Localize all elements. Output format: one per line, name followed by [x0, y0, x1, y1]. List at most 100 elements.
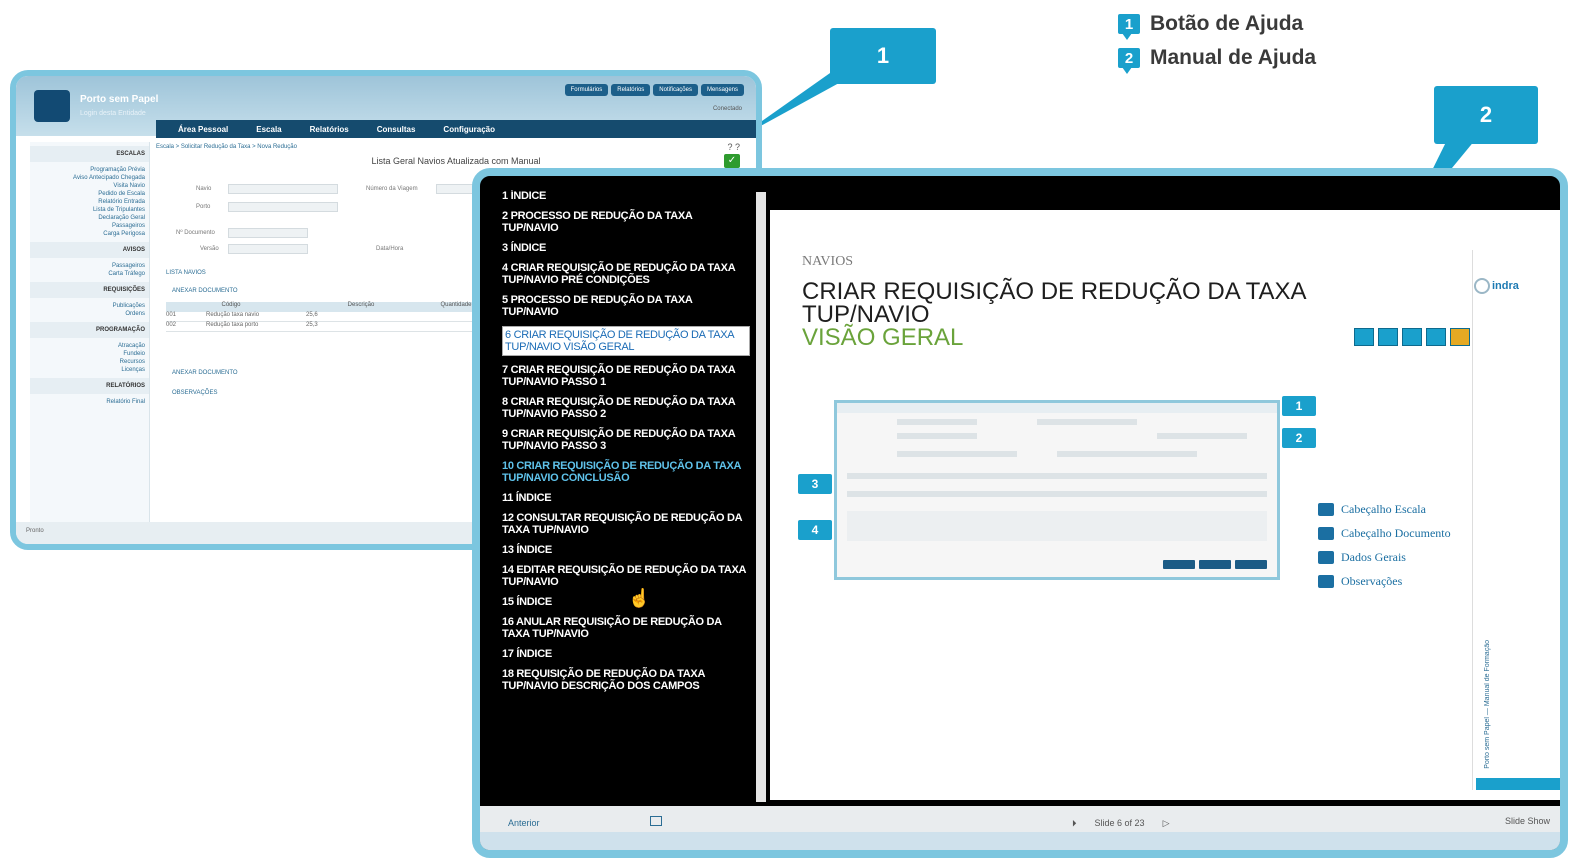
- field-label: Versão: [200, 246, 219, 252]
- toc-item[interactable]: 7 CRIAR REQUISIÇÃO DE REDUÇÃO DA TAXA TU…: [502, 364, 750, 388]
- sidebar-item[interactable]: Relatório Entrada: [30, 198, 149, 206]
- form-title: Lista Geral Navios Atualizada com Manual: [371, 156, 541, 166]
- field-label: Porto: [196, 204, 211, 210]
- table-of-contents: 1 ÍNDICE 2 PROCESSO DE REDUÇÃO DA TAXA TU…: [502, 190, 750, 810]
- toc-item[interactable]: 13 ÍNDICE: [502, 544, 750, 556]
- toc-item[interactable]: 12 CONSULTAR REQUISIÇÃO DE REDUÇÃO DA TA…: [502, 512, 750, 536]
- toc-item[interactable]: 10 CRIAR REQUISIÇÃO DE REDUÇÃO DA TAXA T…: [502, 460, 750, 484]
- nav-item[interactable]: Relatórios: [310, 125, 349, 134]
- slide-side-list: Cabeçalho Escala Cabeçalho Documento Dad…: [1318, 502, 1451, 598]
- field-label: Data/Hora: [376, 246, 404, 252]
- slide-icon[interactable]: [1426, 328, 1446, 346]
- toc-item[interactable]: 8 CRIAR REQUISIÇÃO DE REDUÇÃO DA TAXA TU…: [502, 396, 750, 420]
- side-list-item: Observações: [1318, 574, 1451, 589]
- table-row[interactable]: 002 Redução taxa porto 25,3: [166, 322, 486, 332]
- toc-scrollbar[interactable]: [756, 192, 766, 802]
- toc-item[interactable]: 2 PROCESSO DE REDUÇÃO DA TAXA TUP/NAVIO: [502, 210, 750, 234]
- table-cell: 25,6: [306, 312, 318, 318]
- slide-area: NAVIOS CRIAR REQUISIÇÃO DE REDUÇÃO DA TA…: [770, 210, 1560, 800]
- form-line: [1057, 451, 1197, 457]
- toc-item[interactable]: 14 EDITAR REQUISIÇÃO DE REDUÇÃO DA TAXA …: [502, 564, 750, 588]
- toc-item[interactable]: 17 ÍNDICE: [502, 648, 750, 660]
- documento-input[interactable]: [228, 228, 308, 238]
- toc-item[interactable]: 4 CRIAR REQUISIÇÃO DE REDUÇÃO DA TAXA TU…: [502, 262, 750, 286]
- brand-name: indra: [1492, 280, 1519, 292]
- nav-item[interactable]: Escala: [256, 125, 281, 134]
- sidebar-item[interactable]: Pedido de Escala: [30, 190, 149, 198]
- versao-input[interactable]: [228, 244, 308, 254]
- nav-item[interactable]: Área Pessoal: [178, 125, 228, 134]
- toc-item[interactable]: 5 PROCESSO DE REDUÇÃO DA TAXA TUP/NAVIO: [502, 294, 750, 318]
- toc-item[interactable]: 11 ÍNDICE: [502, 492, 750, 504]
- bullet-icon: [1318, 575, 1334, 588]
- sidebar-item[interactable]: Visita Navio: [30, 182, 149, 190]
- marker-4: 4: [798, 520, 832, 540]
- sidebar-item[interactable]: Declaração Geral: [30, 214, 149, 222]
- marker-2: 2: [1282, 428, 1316, 448]
- panel-lista[interactable]: LISTA NAVIOS: [166, 270, 206, 276]
- sidebar-item[interactable]: Fundeio: [30, 350, 149, 358]
- panel-anexar[interactable]: ANEXAR DOCUMENTO: [172, 288, 238, 294]
- sidebar-item[interactable]: Relatório Final: [30, 398, 149, 406]
- previous-button[interactable]: Anterior: [508, 818, 540, 828]
- panel-observacoes[interactable]: OBSERVAÇÕES: [172, 390, 217, 396]
- form-line: [847, 473, 1267, 479]
- toc-item[interactable]: 15 ÍNDICE: [502, 596, 750, 608]
- nav-item[interactable]: Consultas: [377, 125, 416, 134]
- sidebar-item[interactable]: Lista de Tripulantes: [30, 206, 149, 214]
- navio-input[interactable]: [228, 184, 338, 194]
- panel-anexar-2[interactable]: ANEXAR DOCUMENTO: [172, 370, 238, 376]
- taskbar: [480, 832, 1560, 850]
- table-cell: 001: [166, 312, 177, 318]
- sidebar-section: ESCALAS: [30, 146, 149, 162]
- nav-item[interactable]: Configuração: [443, 125, 495, 134]
- sidebar-item[interactable]: Atracação: [30, 342, 149, 350]
- items-table: Código Descrição Quantidade 001 Redução …: [166, 302, 486, 332]
- top-tab[interactable]: Formulários: [564, 84, 609, 96]
- porto-input[interactable]: [228, 202, 338, 212]
- sidebar-item[interactable]: Passageiros: [30, 222, 149, 230]
- sidebar-item[interactable]: Ordens: [30, 310, 149, 318]
- sidebar-item[interactable]: Programação Prévia: [30, 166, 149, 174]
- sidebar-item[interactable]: Publicações: [30, 302, 149, 310]
- sidebar-item[interactable]: Recursos: [30, 358, 149, 366]
- table-cell: 25,3: [306, 322, 318, 328]
- sidebar-item[interactable]: Carta Tráfego: [30, 270, 149, 278]
- column-header: Código: [221, 302, 241, 308]
- top-tab[interactable]: Mensagens: [700, 84, 744, 96]
- table-row[interactable]: 001 Redução taxa navio 25,6: [166, 312, 486, 322]
- toc-item[interactable]: 3 ÍNDICE: [502, 242, 750, 254]
- sidebar-item[interactable]: Passageiros: [30, 262, 149, 270]
- sidebar-item[interactable]: Licenças: [30, 366, 149, 374]
- help-button[interactable]: ? ?: [727, 142, 740, 152]
- attachment-icon[interactable]: [650, 816, 662, 826]
- slide-icon[interactable]: [1354, 328, 1374, 346]
- form-buttons: [1163, 560, 1267, 569]
- confirm-check-icon[interactable]: ✓: [724, 154, 740, 168]
- toc-item[interactable]: 9 CRIAR REQUISIÇÃO DE REDUÇÃO DA TAXA TU…: [502, 428, 750, 452]
- form-screenshot-bar: [837, 403, 1277, 413]
- sidebar-item[interactable]: Aviso Antecipado Chegada: [30, 174, 149, 182]
- breadcrumb: Escala > Solicitar Redução da Taxa > Nov…: [156, 144, 297, 150]
- form-screenshot: [834, 400, 1280, 580]
- table-cell: 002: [166, 322, 177, 328]
- slide-icon[interactable]: [1450, 328, 1470, 346]
- brand-logo-icon: [1474, 278, 1490, 294]
- play-button[interactable]: ⏵: [1072, 818, 1077, 829]
- top-tab[interactable]: Notificações: [653, 84, 698, 96]
- slide-title-part: REQUISIÇÃO DE REDUÇÃO DA TAXA: [876, 278, 1307, 305]
- toc-item[interactable]: 1 ÍNDICE: [502, 190, 750, 202]
- toc-item[interactable]: 6 CRIAR REQUISIÇÃO DE REDUÇÃO DA TAXA TU…: [502, 326, 750, 356]
- toc-item[interactable]: 16 ANULAR REQUISIÇÃO DE REDUÇÃO DA TAXA …: [502, 616, 750, 640]
- form-line: [897, 433, 977, 439]
- side-list-label: Observações: [1341, 574, 1403, 588]
- next-button[interactable]: ▷: [1163, 818, 1170, 829]
- top-tab[interactable]: Relatórios: [611, 84, 651, 96]
- slide-icon[interactable]: [1402, 328, 1422, 346]
- sidebar-section: REQUISIÇÕES: [30, 282, 149, 298]
- slide-icon[interactable]: [1378, 328, 1398, 346]
- sidebar-item[interactable]: Carga Perigosa: [30, 230, 149, 238]
- toc-item[interactable]: 18 REQUISIÇÃO DE REDUÇÃO DA TAXA TUP/NAV…: [502, 668, 750, 692]
- legend-item-1: 1 Botão de Ajuda: [1118, 8, 1316, 40]
- slideshow-button[interactable]: Slide Show: [1505, 816, 1550, 826]
